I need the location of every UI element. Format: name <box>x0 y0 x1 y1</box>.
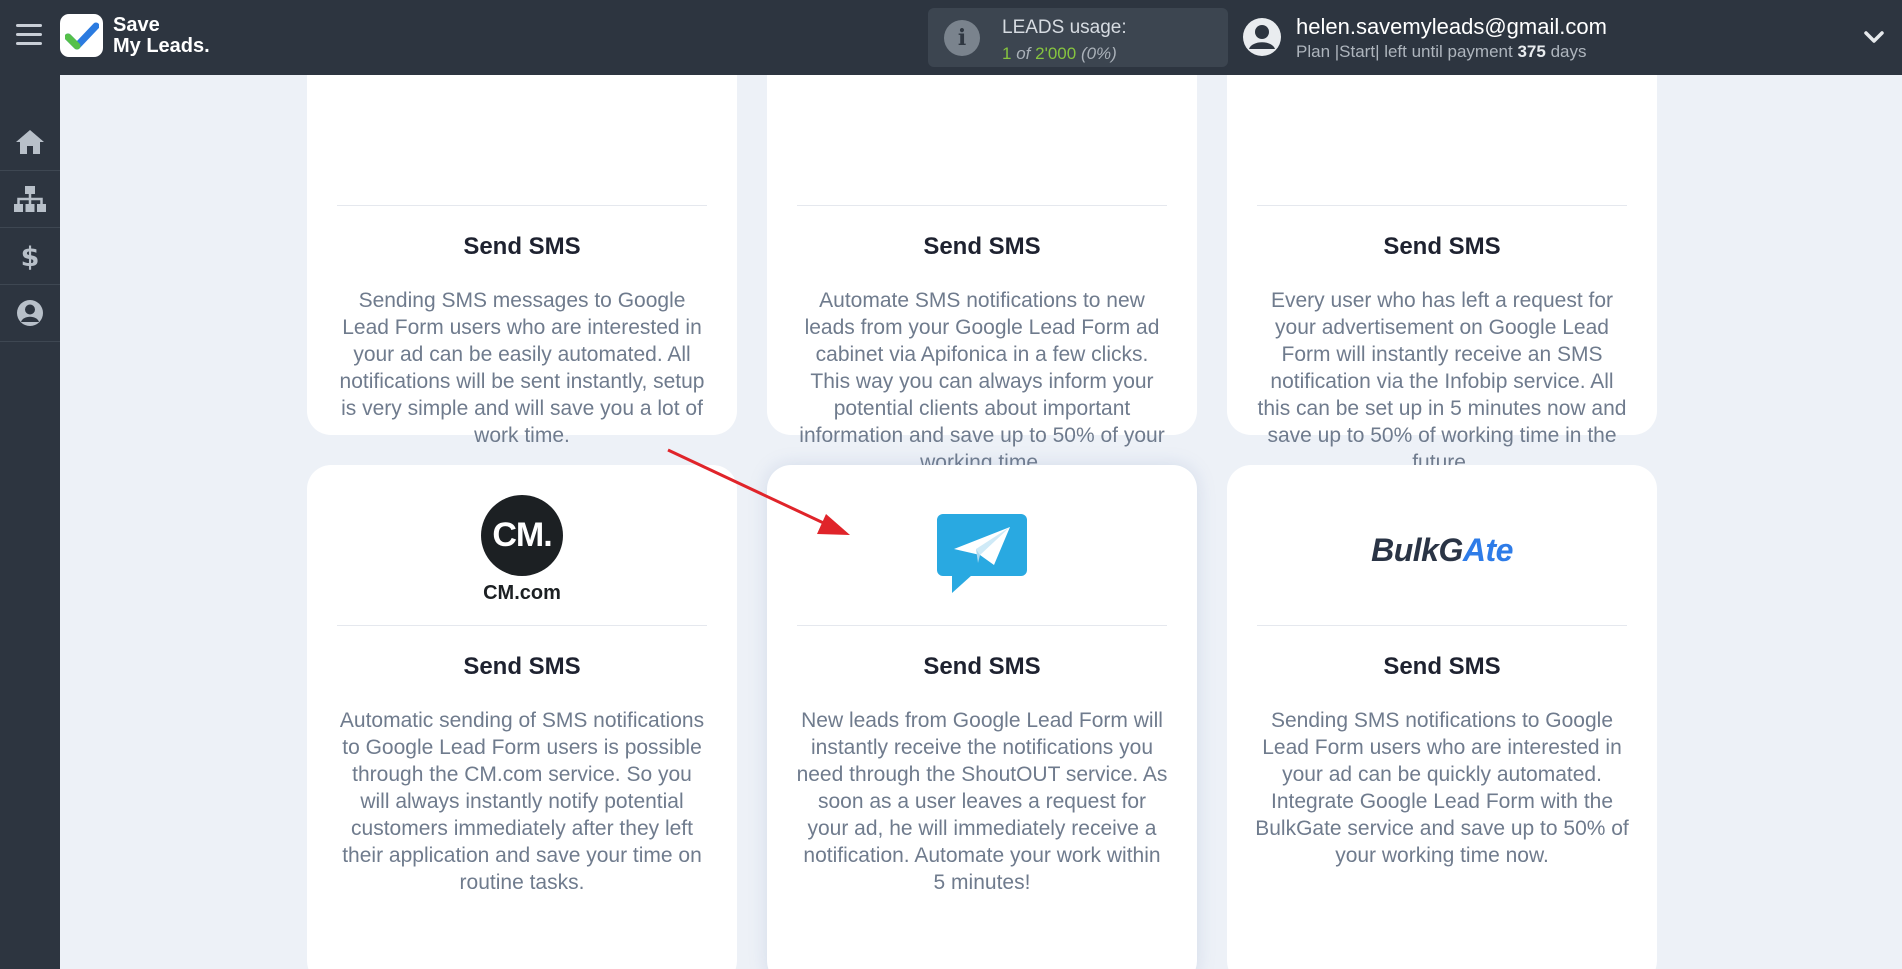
user-icon <box>17 300 43 326</box>
sidebar: $ <box>0 75 60 969</box>
service-card-shoutout[interactable]: Send SMS New leads from Google Lead Form… <box>767 465 1197 969</box>
card-title: Send SMS <box>923 653 1041 680</box>
service-card[interactable]: Send SMS Sending SMS messages to Google … <box>307 75 737 447</box>
services-grid: Send SMS Sending SMS messages to Google … <box>60 75 1902 969</box>
hamburger-menu-icon[interactable] <box>16 24 42 48</box>
card-divider <box>797 625 1167 626</box>
service-card-bulkgate[interactable]: BulkGAte Send SMS Sending SMS notificati… <box>1227 465 1657 969</box>
card-title: Send SMS <box>1383 653 1501 680</box>
app-name: Save My Leads. <box>113 13 210 57</box>
card-description: Sending SMS notifications to Google Lead… <box>1255 709 1629 867</box>
user-avatar-icon[interactable] <box>1243 18 1281 56</box>
card-divider <box>337 625 707 626</box>
card-divider <box>1257 625 1627 626</box>
card-title: Send SMS <box>1383 233 1501 260</box>
svg-text:$: $ <box>21 242 40 271</box>
sidebar-item-account[interactable] <box>0 285 60 342</box>
card-description: Automatic sending of SMS notifications t… <box>339 709 705 894</box>
card-title: Send SMS <box>923 233 1041 260</box>
sitemap-icon <box>14 186 46 212</box>
chevron-down-icon[interactable] <box>1862 26 1886 48</box>
card-description: New leads from Google Lead Form will ins… <box>796 709 1168 894</box>
leads-usage-panel: i LEADS usage: 1 of 2'000 (0%) <box>928 8 1228 67</box>
usage-count: 1 of 2'000 (0%) <box>1002 44 1117 63</box>
user-plan-info: Plan |Start| left until payment 375 days <box>1296 42 1587 61</box>
card-description: Every user who has left a request for yo… <box>1257 289 1627 474</box>
card-divider <box>1257 205 1627 206</box>
shoutout-logo <box>767 507 1197 601</box>
dollar-icon: $ <box>21 242 40 271</box>
top-bar: Save My Leads. i LEADS usage: 1 of 2'000… <box>0 0 1902 75</box>
app-logo[interactable]: Save My Leads. <box>60 14 210 57</box>
card-divider <box>337 205 707 206</box>
card-description: Sending SMS messages to Google Lead Form… <box>339 289 705 447</box>
checkmark-logo-icon <box>60 14 103 57</box>
card-title: Send SMS <box>463 653 581 680</box>
service-card-cm[interactable]: CM. CM.com Send SMS Automatic sending of… <box>307 465 737 969</box>
info-icon[interactable]: i <box>944 20 980 56</box>
home-icon <box>16 130 44 154</box>
shoutout-chat-icon <box>937 514 1027 593</box>
card-title: Send SMS <box>463 233 581 260</box>
user-email: helen.savemyleads@gmail.com <box>1296 14 1607 39</box>
cm-logo-icon: CM. <box>481 495 563 576</box>
cm-com-logo: CM. CM.com <box>307 495 737 605</box>
service-card[interactable]: Send SMS Every user who has left a reque… <box>1227 75 1657 474</box>
sidebar-item-home[interactable] <box>0 114 60 171</box>
sidebar-item-billing[interactable]: $ <box>0 228 60 285</box>
card-description: Automate SMS notifications to new leads … <box>799 289 1165 474</box>
bulkgate-logo: BulkGAte <box>1371 531 1513 568</box>
usage-title: LEADS usage: <box>1002 17 1127 38</box>
sidebar-item-connections[interactable] <box>0 171 60 228</box>
service-card[interactable]: Send SMS Automate SMS notifications to n… <box>767 75 1197 474</box>
card-divider <box>797 205 1167 206</box>
